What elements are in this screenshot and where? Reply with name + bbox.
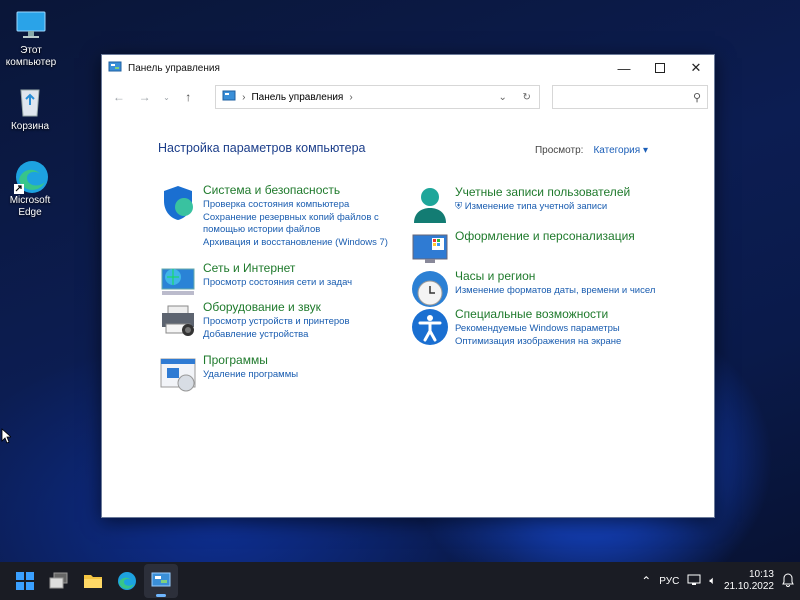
control-panel-window[interactable]: Панель управления — ✕ ← → ⌄ ↑ › Панель у…: [101, 54, 715, 518]
category-link[interactable]: Изменение форматов даты, времени и чисел: [455, 285, 655, 298]
start-icon[interactable]: [8, 564, 42, 598]
address-dropdown-icon[interactable]: ⌄: [491, 86, 515, 108]
desktop-icon-label: Корзина: [10, 121, 50, 132]
category-title[interactable]: Часы и регион: [455, 269, 655, 283]
category-title[interactable]: Специальные возможности: [455, 307, 621, 321]
page-title: Настройка параметров компьютера: [158, 141, 366, 155]
category-link[interactable]: Проверка состояния компьютера: [203, 199, 388, 212]
category-title[interactable]: Оформление и персонализация: [455, 229, 635, 243]
category-link[interactable]: Сохранение резервных копий файлов с помо…: [203, 212, 388, 237]
category-link[interactable]: ⛨ Изменение типа учетной записи: [455, 201, 630, 214]
back-arrow-icon[interactable]: ←: [108, 86, 130, 108]
clock[interactable]: 10:13 21.10.2022: [724, 569, 774, 593]
control-panel-icon[interactable]: [144, 564, 178, 598]
edge-icon: [13, 158, 48, 194]
desktop-icon-label: Microsoft Edge: [9, 195, 51, 218]
category-link[interactable]: Просмотр устройств и принтеров: [203, 316, 350, 329]
breadcrumb-separator-icon[interactable]: ›: [349, 92, 352, 103]
file-explorer-icon[interactable]: [76, 564, 110, 598]
category-system-security: Система и безопасность Проверка состояни…: [158, 183, 388, 249]
forward-arrow-icon[interactable]: →: [134, 86, 156, 108]
recent-chevron-icon[interactable]: ⌄: [160, 86, 174, 108]
search-input[interactable]: ⚲: [551, 85, 709, 109]
up-arrow-icon[interactable]: ↑: [177, 86, 199, 108]
category-programs: Программы Удаление программы: [158, 353, 388, 393]
view-by-control: Просмотр: Категория ▾: [535, 145, 648, 156]
monitor-icon: [14, 8, 48, 42]
security-shield-icon: [158, 183, 198, 223]
view-by-label: Просмотр:: [534, 145, 584, 156]
edge-icon[interactable]: [110, 564, 144, 598]
category-title[interactable]: Программы: [203, 353, 298, 367]
search-icon: ⚲: [692, 91, 702, 104]
title-bar[interactable]: Панель управления — ✕: [102, 55, 714, 81]
view-by-dropdown[interactable]: Категория ▾: [593, 145, 648, 156]
category-network: Сеть и Интернет Просмотр состояния сети …: [158, 261, 388, 301]
category-appearance: Оформление и персонализация: [410, 229, 670, 269]
clock-globe-icon: [410, 269, 450, 309]
breadcrumb-item[interactable]: Панель управления: [251, 92, 343, 103]
category-link[interactable]: Просмотр состояния сети и задач: [203, 277, 352, 290]
refresh-icon[interactable]: ↻: [515, 86, 539, 108]
clock-date: 21.10.2022: [723, 581, 774, 592]
accessibility-icon: [410, 307, 450, 347]
category-accessibility: Специальные возможности Рекомендуемые Wi…: [410, 307, 670, 348]
category-title[interactable]: Оборудование и звук: [203, 300, 350, 314]
address-toolbar: ← → ⌄ ↑ › Панель управления › ⌄ ↻ ⚲: [102, 81, 714, 113]
category-link[interactable]: Добавление устройства: [203, 329, 350, 342]
address-bar[interactable]: › Панель управления › ⌄ ↻: [215, 85, 540, 109]
control-panel-icon: [222, 90, 236, 105]
printer-icon: [158, 300, 198, 340]
user-accounts-icon: [410, 185, 450, 225]
recycle-bin-icon: [13, 84, 47, 118]
appearance-icon: [410, 229, 450, 269]
task-view-icon[interactable]: [42, 564, 76, 598]
language-indicator[interactable]: РУС: [659, 576, 679, 587]
desktop-icon-this-pc[interactable]: Этот компьютер: [0, 8, 63, 69]
window-title: Панель управления: [128, 62, 220, 74]
taskbar: ⌃ РУС 🔈︎ 10:13 21.10.2022: [0, 562, 800, 600]
system-tray: ⌃ РУС 🔈︎ 10:13 21.10.2022: [641, 569, 800, 593]
uac-shield-icon: ⛨: [455, 201, 463, 212]
desktop-icon-edge[interactable]: Microsoft Edge: [0, 158, 62, 219]
dropdown-arrow-icon: ▾: [642, 145, 648, 156]
maximize-button[interactable]: [642, 55, 678, 81]
notifications-icon[interactable]: [782, 572, 794, 590]
close-button[interactable]: ✕: [678, 55, 714, 81]
minimize-button[interactable]: —: [606, 55, 642, 81]
network-globe-icon: [158, 261, 198, 301]
category-title[interactable]: Сеть и Интернет: [203, 261, 352, 275]
category-clock-region: Часы и регион Изменение форматов даты, в…: [410, 269, 670, 309]
network-icon[interactable]: [687, 574, 701, 589]
main-content: Настройка параметров компьютера Просмотр…: [102, 113, 714, 517]
category-link[interactable]: Оптимизация изображения на экране: [455, 336, 621, 349]
category-title[interactable]: Система и безопасность: [203, 183, 388, 197]
category-link[interactable]: Рекомендуемые Windows параметры: [455, 323, 621, 336]
control-panel-icon: [108, 61, 122, 76]
category-link[interactable]: Архивация и восстановление (Windows 7): [203, 237, 388, 250]
breadcrumb-separator-icon[interactable]: ›: [242, 92, 245, 103]
category-user-accounts: Учетные записи пользователей ⛨ Изменение…: [410, 185, 670, 225]
category-title[interactable]: Учетные записи пользователей: [455, 185, 630, 199]
category-hardware: Оборудование и звук Просмотр устройств и…: [158, 300, 388, 341]
volume-icon[interactable]: 🔈︎: [709, 575, 716, 588]
desktop-icon-recycle-bin[interactable]: Корзина: [0, 84, 62, 133]
programs-icon: [158, 353, 198, 393]
mouse-cursor-icon: [1, 428, 13, 447]
clock-time: 10:13: [748, 569, 774, 580]
chevron-up-icon[interactable]: ⌃: [641, 574, 651, 588]
category-link[interactable]: Удаление программы: [203, 369, 298, 382]
desktop-icon-label: Этот компьютер: [5, 45, 57, 68]
